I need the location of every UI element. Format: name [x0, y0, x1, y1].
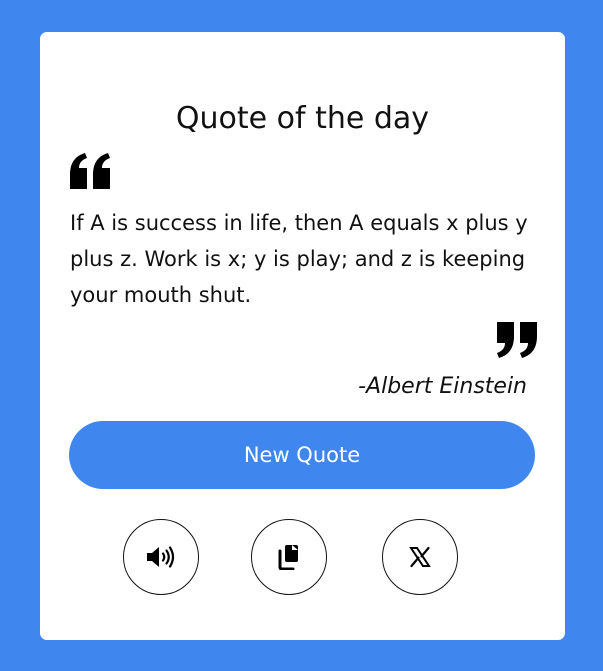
quote-text: If A is success in life, then A equals x… — [70, 211, 528, 307]
open-quote-icon — [70, 153, 110, 189]
x-logo-icon — [409, 546, 431, 568]
quote-card: Quote of the day If A is success in life… — [40, 32, 565, 640]
share-x-button[interactable] — [382, 519, 458, 595]
new-quote-button[interactable]: New Quote — [69, 421, 535, 489]
copy-button[interactable] — [251, 519, 327, 595]
speak-button[interactable] — [123, 519, 199, 595]
speaker-icon — [147, 546, 175, 568]
page-title: Quote of the day — [175, 101, 430, 136]
quote-author: -Albert Einstein — [358, 374, 527, 399]
close-quote-icon — [497, 322, 537, 358]
copy-icon — [278, 545, 298, 570]
